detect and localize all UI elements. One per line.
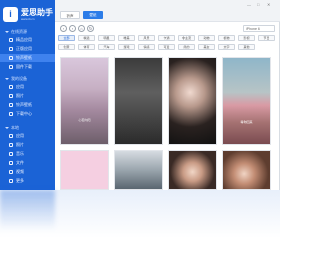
- photo-icon: [9, 94, 13, 98]
- wallpaper-thumbnail[interactable]: [222, 150, 271, 190]
- wallpaper-thumbnail[interactable]: [114, 57, 163, 145]
- tag[interactable]: 卡通: [158, 35, 175, 41]
- maximize-icon[interactable]: □: [257, 3, 259, 7]
- sidebar-item-wallpapers[interactable]: 铃声壁纸: [0, 54, 55, 62]
- bell-icon: [9, 103, 13, 107]
- refresh-icon[interactable]: ↻: [87, 25, 94, 32]
- wallpaper-caption: 心若向阳: [78, 118, 91, 122]
- sidebar-item-videos[interactable]: 视频: [0, 168, 55, 176]
- apps-icon: [9, 134, 13, 138]
- logo-icon: i: [3, 6, 18, 22]
- apps-icon: [9, 85, 13, 89]
- wallpaper-thumbnail[interactable]: 等你回来: [222, 57, 271, 145]
- sidebar-item-files[interactable]: 文件: [0, 159, 55, 167]
- app-subtitle: www.i4.cn: [21, 16, 35, 21]
- tag[interactable]: 汽车: [98, 44, 115, 50]
- sidebar: i 爱思助手 www.i4.cn 在线资源 精品应用 正版应用 铃声壁纸 固件下…: [0, 0, 55, 190]
- tag[interactable]: 植物: [218, 35, 235, 41]
- music-icon: [9, 152, 13, 156]
- sidebar-item-music[interactable]: 音乐: [0, 150, 55, 158]
- nav-bar: ‹ › ⌂ ↻ iPhone 6: [55, 22, 280, 34]
- sidebar-item-local-apps[interactable]: 应用: [0, 132, 55, 140]
- tag[interactable]: 体育: [78, 44, 95, 50]
- window-reflection: [0, 190, 280, 270]
- app-logo: i 爱思助手 www.i4.cn: [3, 5, 53, 23]
- tag[interactable]: 情感: [138, 44, 155, 50]
- forward-icon[interactable]: ›: [69, 25, 76, 32]
- caret-down-icon: [5, 77, 9, 80]
- more-icon: [9, 179, 13, 183]
- wallpaper-thumbnail[interactable]: [114, 150, 163, 190]
- tag[interactable]: 文字: [218, 44, 235, 50]
- tag[interactable]: 其他: [238, 44, 255, 50]
- tag[interactable]: 创意: [58, 44, 75, 50]
- tag-all[interactable]: 全部: [58, 35, 75, 41]
- section-online-resources[interactable]: 在线资源: [5, 29, 27, 34]
- caret-down-icon: [5, 126, 9, 129]
- wallpaper-thumbnail[interactable]: [60, 150, 109, 190]
- device-selector[interactable]: iPhone 6: [243, 25, 275, 32]
- video-icon: [9, 170, 13, 174]
- sidebar-item-local-photos[interactable]: 照片: [0, 141, 55, 149]
- tag[interactable]: 节日: [258, 35, 275, 41]
- caret-down-icon: [5, 30, 9, 33]
- wallpaper-icon: [9, 56, 13, 60]
- close-icon[interactable]: ✕: [267, 3, 270, 7]
- section-my-device[interactable]: 我的设备: [5, 76, 27, 81]
- sidebar-item-device-photos[interactable]: 照片: [0, 92, 55, 100]
- wallpaper-grid: 心若向阳 等你回来: [58, 55, 278, 190]
- top-bar: 铃声 壁纸 — □ ✕: [55, 0, 280, 22]
- tag[interactable]: 影视: [238, 35, 255, 41]
- download-icon: [9, 112, 13, 116]
- file-icon: [9, 161, 13, 165]
- tag[interactable]: 美女: [198, 44, 215, 50]
- wallpaper-thumbnail[interactable]: [168, 150, 217, 190]
- tag[interactable]: 非主流: [178, 35, 195, 41]
- wallpaper-caption: 等你回来: [240, 120, 253, 124]
- app-title: 爱思助手: [21, 7, 53, 17]
- tab-wallpapers[interactable]: 壁纸: [83, 11, 103, 19]
- download-icon: [9, 65, 13, 69]
- section-local[interactable]: 本地: [5, 125, 19, 130]
- tag[interactable]: 可爱: [158, 44, 175, 50]
- tag[interactable]: 风景: [138, 35, 155, 41]
- sidebar-item-more[interactable]: 更多: [0, 177, 55, 185]
- app-window: i 爱思助手 www.i4.cn 在线资源 精品应用 正版应用 铃声壁纸 固件下…: [0, 0, 280, 190]
- sidebar-item-apps[interactable]: 精品应用: [0, 36, 55, 44]
- wallpaper-thumbnail[interactable]: 心若向阳: [60, 57, 109, 145]
- wallpaper-thumbnail[interactable]: [168, 57, 217, 145]
- sidebar-item-download-center[interactable]: 下载中心: [0, 110, 55, 118]
- sidebar-item-device-apps[interactable]: 应用: [0, 83, 55, 91]
- photo-icon: [9, 143, 13, 147]
- minimize-icon[interactable]: —: [247, 3, 251, 7]
- tab-ringtones[interactable]: 铃声: [60, 11, 80, 19]
- back-icon[interactable]: ‹: [60, 25, 67, 32]
- tag[interactable]: 动物: [198, 35, 215, 41]
- home-icon[interactable]: ⌂: [78, 25, 85, 32]
- app-store-icon: [9, 47, 13, 51]
- sidebar-item-paid-apps[interactable]: 正版应用: [0, 45, 55, 53]
- apps-icon: [9, 38, 13, 42]
- tag[interactable]: 精选: [78, 35, 95, 41]
- tag[interactable]: 唯美: [118, 35, 135, 41]
- tag[interactable]: 简约: [178, 44, 195, 50]
- sidebar-item-device-ringtones[interactable]: 铃声壁纸: [0, 101, 55, 109]
- tag[interactable]: 游戏: [118, 44, 135, 50]
- sidebar-item-firmware[interactable]: 固件下载: [0, 63, 55, 71]
- tag[interactable]: 明星: [98, 35, 115, 41]
